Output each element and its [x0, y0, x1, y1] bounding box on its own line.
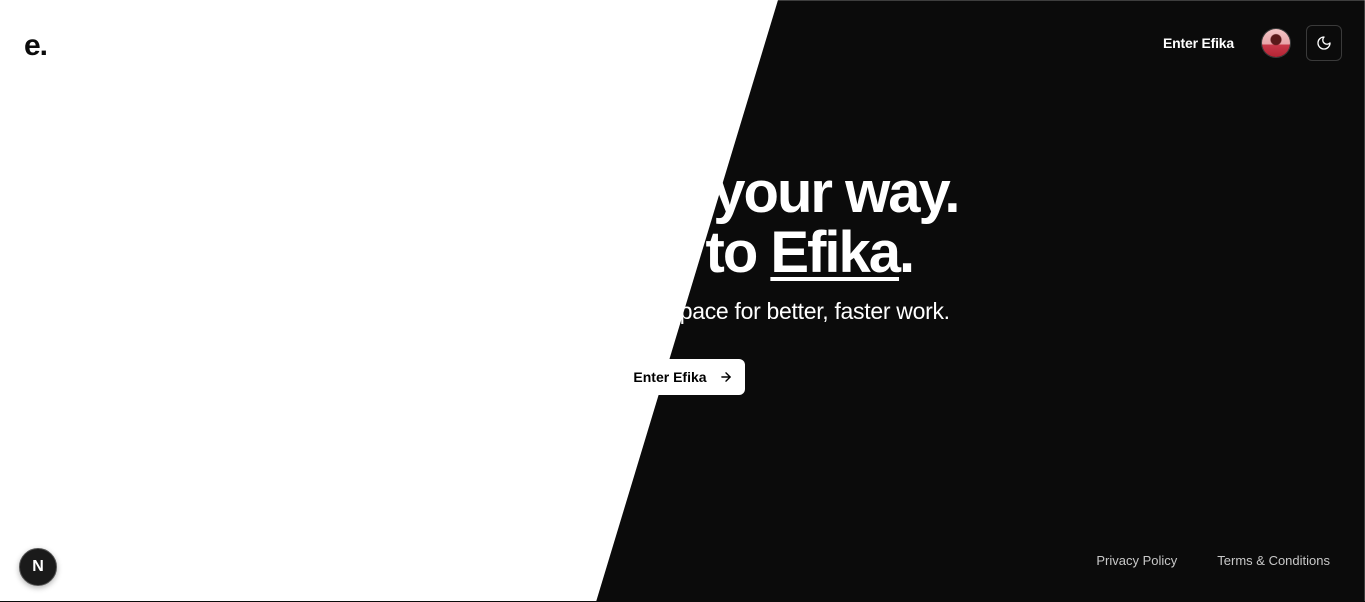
top-nav: Enter Efika [1163, 25, 1342, 61]
avatar[interactable] [1262, 29, 1290, 57]
hero-heading: Your notes, your way. Welcome to Efika. [0, 163, 1365, 283]
footer-links: Privacy Policy Terms & Conditions [1096, 553, 1330, 568]
hero-subtitle: Efika is a connected workspace for bette… [415, 298, 950, 324]
logo[interactable]: e. [24, 28, 48, 64]
terms-conditions-link[interactable]: Terms & Conditions [1217, 553, 1330, 568]
theme-toggle-button[interactable] [1306, 25, 1342, 61]
hero-heading-line2-prefix: Welcome to [451, 220, 771, 285]
landing-page: e. Enter Efika Your notes, your way. Wel… [0, 0, 1365, 602]
enter-efika-button[interactable]: Enter Efika [621, 359, 745, 395]
enter-efika-nav-link[interactable]: Enter Efika [1163, 35, 1234, 51]
content-layer: e. Enter Efika Your notes, your way. Wel… [0, 0, 1365, 602]
privacy-policy-link[interactable]: Privacy Policy [1096, 553, 1177, 568]
moon-icon [1317, 36, 1331, 50]
hero-heading-line1: Your notes, your way. [406, 160, 960, 225]
hero-brand-name: Efika [770, 220, 901, 285]
hero: Your notes, your way. Welcome to Efika. … [0, 163, 1365, 327]
arrow-right-icon [720, 372, 731, 382]
nextjs-dev-badge[interactable]: N [19, 548, 57, 586]
enter-efika-button-label: Enter Efika [633, 369, 707, 385]
hero-heading-line2-suffix: . [899, 220, 915, 285]
